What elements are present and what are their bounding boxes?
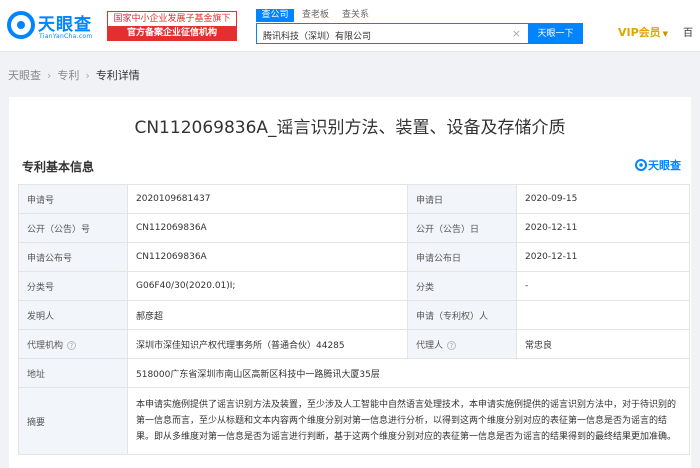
header-right-item[interactable]: 百: [683, 24, 700, 39]
field-label: 分类号: [18, 271, 128, 301]
field-label: 公开（公告）号: [18, 213, 128, 243]
abstract-value: 本申请实施例提供了谣言识别方法及装置，至少涉及人工智能中自然语言处理技术，本申请…: [127, 387, 690, 455]
field-value: 常忠良: [516, 329, 690, 359]
field-value: 2020-12-11: [516, 242, 690, 272]
table-row: 申请号 2020109681437 申请日 2020-09-15: [18, 184, 690, 214]
table-row: 代理机构? 深圳市深佳知识产权代理事务所（普通合伙）44285 代理人? 常忠良: [18, 329, 690, 359]
address-value: 518000广东省深圳市南山区高新区科技中一路腾讯大厦35层: [127, 358, 690, 388]
field-label: 发明人: [18, 300, 128, 330]
logo-domain: TianYanCha.com: [39, 33, 93, 40]
breadcrumb-patent[interactable]: 专利: [57, 69, 79, 82]
field-label: 申请号: [18, 184, 128, 214]
field-label-with-help: 代理人?: [407, 329, 517, 359]
field-value: CN112069836A: [127, 242, 408, 272]
tab-boss[interactable]: 查老板: [302, 9, 329, 22]
field-value: -: [516, 271, 690, 301]
slogan-line-2: 官方备案企业征信机构: [126, 28, 217, 38]
table-row: 摘要 本申请实施例提供了谣言识别方法及装置，至少涉及人工智能中自然语言处理技术，…: [18, 387, 690, 455]
clear-icon[interactable]: ×: [512, 26, 521, 41]
site-logo[interactable]: 天眼查 TianYanCha.com: [7, 9, 100, 43]
search-box: ×: [256, 23, 528, 45]
field-label: 代理人: [416, 340, 444, 351]
tab-relation[interactable]: 查关系: [342, 9, 369, 22]
help-icon[interactable]: ?: [67, 340, 77, 350]
patent-card: CN112069836A_谣言识别方法、装置、设备及存储介质 专利基本信息 天眼…: [9, 97, 691, 468]
field-label: 摘要: [18, 387, 128, 455]
field-value: 2020-12-11: [516, 213, 690, 243]
brand-watermark: 天眼查: [635, 157, 689, 173]
table-row: 公开（公告）号 CN112069836A 公开（公告）日 2020-12-11: [18, 213, 690, 243]
breadcrumb-chevron-icon: ›: [85, 69, 90, 82]
field-value: 2020-09-15: [516, 184, 690, 214]
search-button[interactable]: 天眼一下: [528, 23, 583, 44]
patent-info-table: 申请号 2020109681437 申请日 2020-09-15 公开（公告）号…: [18, 184, 690, 455]
breadcrumb: 天眼查 › 专利 › 专利详情: [8, 67, 140, 83]
brand-text: 天眼查: [648, 159, 681, 172]
field-label: 分类: [407, 271, 517, 301]
field-value: G06F40/30(2020.01)I;: [127, 271, 408, 301]
tab-company[interactable]: 查公司: [256, 9, 294, 22]
field-value: 深圳市深佳知识产权代理事务所（普通合伙）44285: [127, 329, 408, 359]
slogan-line-1: 国家中小企业发展子基金旗下: [108, 12, 236, 26]
field-value: [516, 300, 690, 330]
breadcrumb-current: 专利详情: [95, 69, 140, 82]
field-label: 公开（公告）日: [407, 213, 517, 243]
caret-down-icon: ▼: [662, 30, 669, 38]
slogan-badge: 国家中小企业发展子基金旗下 官方备案企业征信机构: [107, 11, 237, 41]
field-value: 2020109681437: [127, 184, 408, 214]
field-label: 申请日: [407, 184, 517, 214]
logo-eye-icon: [7, 11, 35, 39]
field-label: 申请公布号: [18, 242, 128, 272]
search-input[interactable]: [257, 26, 497, 45]
logo-eye-icon: [635, 159, 647, 171]
vip-label: VIP会员: [618, 26, 661, 39]
page-title: CN112069836A_谣言识别方法、装置、设备及存储介质: [134, 118, 566, 138]
field-label: 申请（专利权）人: [407, 300, 517, 330]
help-icon[interactable]: ?: [447, 340, 457, 350]
field-label: 申请公布日: [407, 242, 517, 272]
field-value: CN112069836A: [127, 213, 408, 243]
table-row: 地址 518000广东省深圳市南山区高新区科技中一路腾讯大厦35层: [18, 358, 690, 388]
field-label: 代理机构: [27, 340, 64, 351]
section-title: 专利基本信息: [22, 160, 95, 174]
table-row: 分类号 G06F40/30(2020.01)I; 分类 -: [18, 271, 690, 301]
field-label: 地址: [18, 358, 128, 388]
vip-menu[interactable]: VIP会员 ▼: [618, 24, 668, 40]
logo-text: 天眼查: [38, 15, 92, 35]
table-row: 发明人 郝彦超 申请（专利权）人: [18, 300, 690, 330]
top-header: 天眼查 TianYanCha.com 国家中小企业发展子基金旗下 官方备案企业征…: [0, 0, 700, 52]
breadcrumb-chevron-icon: ›: [47, 69, 52, 82]
table-row: 申请公布号 CN112069836A 申请公布日 2020-12-11: [18, 242, 690, 272]
field-value: 郝彦超: [127, 300, 408, 330]
field-label-with-help: 代理机构?: [18, 329, 128, 359]
breadcrumb-home[interactable]: 天眼查: [8, 69, 41, 82]
